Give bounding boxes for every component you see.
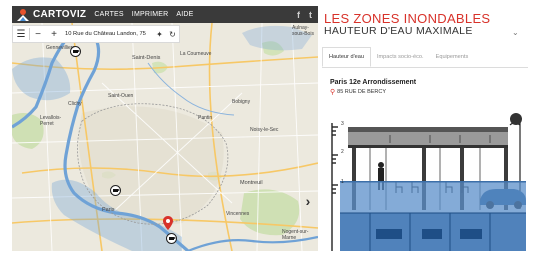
locate-icon[interactable]: ✦: [153, 26, 166, 42]
flood-height-illustration: 3 2 1: [330, 101, 526, 251]
camera-marker-icon[interactable]: [166, 233, 177, 244]
map-marker-icon: ⚲: [330, 89, 336, 96]
place-label-pantin: Pantin: [198, 115, 213, 121]
tab-impacts[interactable]: Impacts socio-éco.: [371, 47, 430, 67]
scale-label-1m: 1: [341, 179, 344, 185]
place-label-saint-denis: Saint-Denis: [132, 55, 161, 61]
map-view[interactable]: Gennevilliers Saint-Denis La Courneuve A…: [12, 23, 318, 251]
location-address-row: ⚲ 85 RUE DE BERCY: [330, 88, 386, 96]
address-search-input[interactable]: [65, 27, 153, 41]
twitter-icon[interactable]: t: [309, 10, 312, 20]
place-label-montreuil: Montreuil: [240, 180, 263, 186]
app-logo-text[interactable]: CARTOVIZ: [33, 9, 86, 20]
nav-aide[interactable]: AIDE: [176, 11, 193, 18]
nav-imprimer[interactable]: IMPRIMER: [132, 11, 169, 18]
zoom-out-button[interactable]: −: [30, 26, 46, 42]
top-navbar: CARTOVIZ CARTES IMPRIMER AIDE f t: [12, 6, 318, 23]
location-pin-icon[interactable]: [163, 216, 173, 230]
scale-label-2m: 2: [341, 149, 344, 155]
zoom-in-button[interactable]: +: [46, 26, 62, 42]
location-address: 85 RUE DE BERCY: [337, 89, 387, 95]
place-label-la-courneuve: La Courneuve: [180, 51, 212, 57]
info-panel: LES ZONES INONDABLES HAUTEUR D'EAU MAXIM…: [318, 6, 536, 253]
map-toolbar: ☰ − + ✦ ↻: [12, 25, 180, 43]
scale-label-3m: 3: [341, 121, 344, 127]
list-menu-icon[interactable]: ☰: [13, 26, 29, 42]
panel-subtitle: HAUTEUR D'EAU MAXIMALE: [324, 25, 473, 37]
reset-icon[interactable]: ↻: [166, 26, 179, 42]
place-label-noisy-le-sec: Noisy-le-Sec: [250, 127, 279, 133]
panel-title: LES ZONES INONDABLES: [324, 11, 491, 26]
panel-tabs: Hauteur d'eau Impacts socio-éco. Equipem…: [322, 47, 528, 68]
place-label-aulnay: Aulnay-sous-Bois: [292, 25, 314, 37]
place-label-bobigny: Bobigny: [232, 99, 251, 105]
tab-hauteur-eau[interactable]: Hauteur d'eau: [322, 47, 371, 67]
chevron-down-icon[interactable]: ⌄: [512, 28, 519, 37]
facebook-icon[interactable]: f: [297, 10, 300, 20]
camera-marker-icon[interactable]: [70, 46, 81, 57]
nav-cartes[interactable]: CARTES: [94, 11, 123, 18]
place-label-paris: Paris: [102, 207, 115, 213]
cartoviz-logo-icon: [16, 8, 30, 22]
location-name: Paris 12e Arrondissement: [330, 79, 417, 86]
camera-marker-icon[interactable]: [110, 185, 121, 196]
place-label-nogent: Nogent-sur-Marne: [282, 229, 309, 241]
place-label-levallois: Levallois-Perret: [40, 115, 62, 127]
place-label-clichy: Clichy: [68, 101, 82, 107]
chevron-right-icon[interactable]: ›: [302, 193, 314, 209]
tab-equipements[interactable]: Equipements: [430, 47, 475, 67]
place-label-saint-ouen: Saint-Ouen: [108, 93, 134, 99]
place-label-vincennes: Vincennes: [226, 211, 250, 217]
